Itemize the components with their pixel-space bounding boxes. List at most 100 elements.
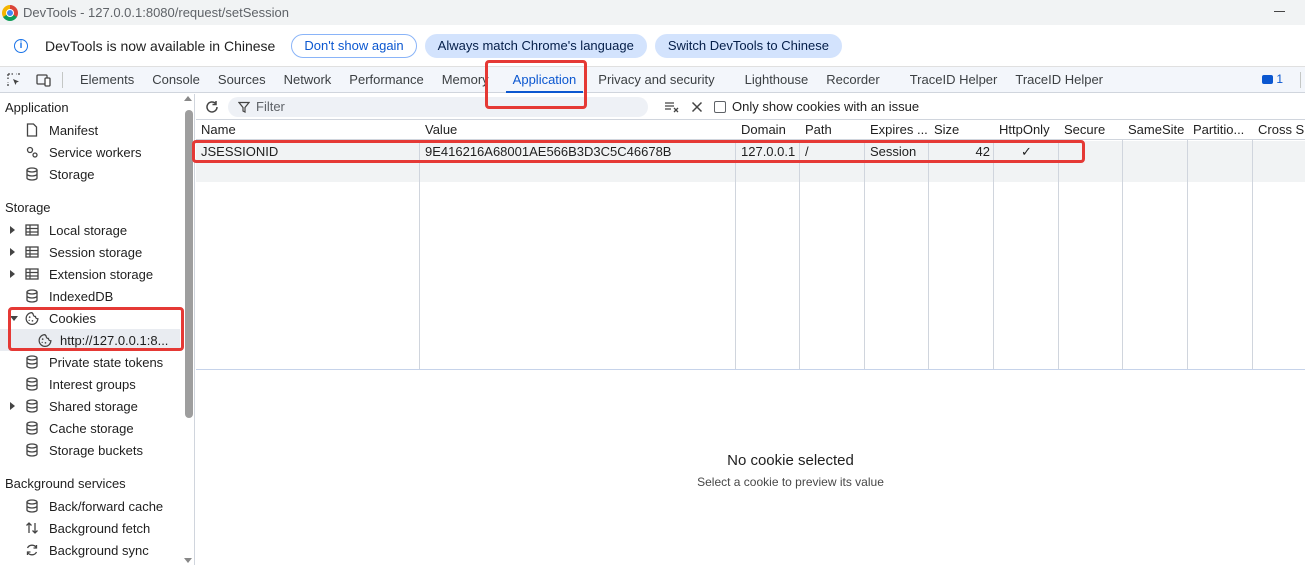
cell-expires[interactable]: Session [865,141,929,162]
scroll-up-arrow-icon[interactable] [184,96,192,101]
cell-samesite[interactable] [1123,141,1188,162]
column-header-size[interactable]: Size [929,120,994,140]
column-header-partition[interactable]: Partitio... [1188,120,1253,140]
tab-traceid-helper-2[interactable]: TraceID Helper [1006,67,1112,93]
tab-traceid-helper-1[interactable]: TraceID Helper [901,67,1007,93]
sidebar-item-label: Private state tokens [49,354,164,370]
column-header-cross-site[interactable]: Cross Si... [1253,120,1305,140]
window-title: DevTools - 127.0.0.1:8080/request/setSes… [23,5,289,20]
sync-icon [25,543,39,557]
tab-console[interactable]: Console [143,67,209,93]
cell-partition[interactable] [1188,141,1253,162]
sidebar-item-label: Background sync [49,542,149,558]
sidebar-header-application: Application [5,100,69,115]
cell-domain[interactable]: 127.0.0.1 [736,141,800,162]
sidebar-item-service-workers[interactable]: Service workers [0,141,194,163]
column-header-httponly[interactable]: HttpOnly [994,120,1059,140]
scroll-down-arrow-icon[interactable] [184,558,192,563]
cell-cross-site[interactable] [1253,141,1305,162]
sidebar-item-label: Storage [49,166,95,182]
database-icon [25,421,39,435]
tab-elements[interactable]: Elements [71,67,143,93]
cell-path[interactable]: / [800,141,865,162]
database-icon [25,289,39,303]
expand-arrow-icon[interactable] [10,248,15,256]
cell-name[interactable]: JSESSIONID [196,141,420,162]
tab-performance[interactable]: Performance [340,67,432,93]
sidebar-item-indexeddb[interactable]: IndexedDB [0,285,194,307]
sidebar-item-shared-storage[interactable]: Shared storage [0,395,194,417]
sidebar-item-session-storage[interactable]: Session storage [0,241,194,263]
sidebar-item-background-fetch[interactable]: Background fetch [0,517,194,539]
expand-arrow-icon[interactable] [10,402,15,410]
sidebar-item-manifest[interactable]: Manifest [0,119,194,141]
database-icon [25,399,39,413]
filter-input[interactable]: Filter [228,96,648,117]
sidebar-item-cookie-origin[interactable]: http://127.0.0.1:8... [0,329,180,351]
table-header: Name Value Domain Path Expires ... Size … [196,120,1305,140]
tab-memory[interactable]: Memory [433,67,498,93]
cookie-icon [25,311,39,325]
collapse-arrow-icon[interactable] [10,316,18,321]
always-match-language-button[interactable]: Always match Chrome's language [424,33,647,58]
cell-httponly[interactable]: ✓ [994,141,1059,162]
tab-recorder[interactable]: Recorder [817,67,888,93]
tab-privacy-security[interactable]: Privacy and security [589,67,723,93]
sidebar-item-cookies[interactable]: Cookies [0,307,194,329]
inspect-element-icon[interactable] [6,72,22,88]
database-icon [25,355,39,369]
column-header-expires[interactable]: Expires ... [865,120,929,140]
device-toolbar-icon[interactable] [36,72,52,88]
sidebar-item-label: Service workers [49,144,142,160]
column-header-path[interactable]: Path [800,120,865,140]
devtools-tabbar: Elements Console Sources Network Perform… [0,67,1305,93]
sidebar-item-label: Back/forward cache [49,498,164,514]
table-icon [25,245,39,259]
tab-network[interactable]: Network [275,67,341,93]
tab-lighthouse[interactable]: Lighthouse [736,67,818,93]
column-header-secure[interactable]: Secure [1059,120,1123,140]
minimize-button[interactable] [1273,5,1285,17]
preview-subtitle: Select a cookie to preview its value [697,475,884,489]
info-icon: i [14,38,28,53]
chrome-logo-icon [2,4,18,21]
sidebar-item-private-state-tokens[interactable]: Private state tokens [0,351,194,373]
column-header-value[interactable]: Value [420,120,736,140]
sidebar-item-cache-storage[interactable]: Cache storage [0,417,194,439]
expand-arrow-icon[interactable] [10,270,15,278]
column-header-samesite[interactable]: SameSite [1123,120,1188,140]
refresh-icon[interactable] [204,99,220,115]
cell-value[interactable]: 9E416216A68001AE566B3D3C5C46678B [420,141,736,162]
infobar-message: DevTools is now available in Chinese [45,37,276,54]
switch-language-button[interactable]: Switch DevTools to Chinese [654,33,842,58]
filter-placeholder: Filter [256,99,285,114]
cookie-icon [38,333,52,347]
sidebar-item-storage-buckets[interactable]: Storage buckets [0,439,194,461]
sidebar-item-storage[interactable]: Storage [0,163,194,185]
sidebar-item-label: Storage buckets [49,442,143,458]
cell-size[interactable]: 42 [929,141,994,162]
sidebar-scrollbar[interactable] [185,110,193,418]
sidebar-item-back-forward-cache[interactable]: Back/forward cache [0,495,194,517]
column-header-name[interactable]: Name [196,120,420,140]
clear-all-cookies-icon[interactable] [690,100,704,114]
sidebar-item-interest-groups[interactable]: Interest groups [0,373,194,395]
cell-secure[interactable] [1059,141,1123,162]
sidebar-item-label: Cache storage [49,420,134,436]
clear-filtered-cookies-icon[interactable] [664,99,680,115]
sidebar-item-label: Shared storage [49,398,138,414]
expand-arrow-icon[interactable] [10,226,15,234]
only-issues-checkbox[interactable] [714,100,726,113]
application-sidebar: Application Manifest Service workers Sto… [0,94,195,565]
tab-application[interactable]: Application [504,67,586,93]
issues-counter[interactable]: 1 [1262,72,1283,86]
sidebar-item-extension-storage[interactable]: Extension storage [0,263,194,285]
column-header-domain[interactable]: Domain [736,120,800,140]
dont-show-again-button[interactable]: Don't show again [291,33,417,58]
tab-sources[interactable]: Sources [209,67,275,93]
sidebar-item-background-sync[interactable]: Background sync [0,539,194,561]
sidebar-item-local-storage[interactable]: Local storage [0,219,194,241]
only-issues-toggle[interactable]: Only show cookies with an issue [714,99,919,114]
sidebar-item-label: Session storage [49,244,143,260]
database-icon [25,167,39,181]
